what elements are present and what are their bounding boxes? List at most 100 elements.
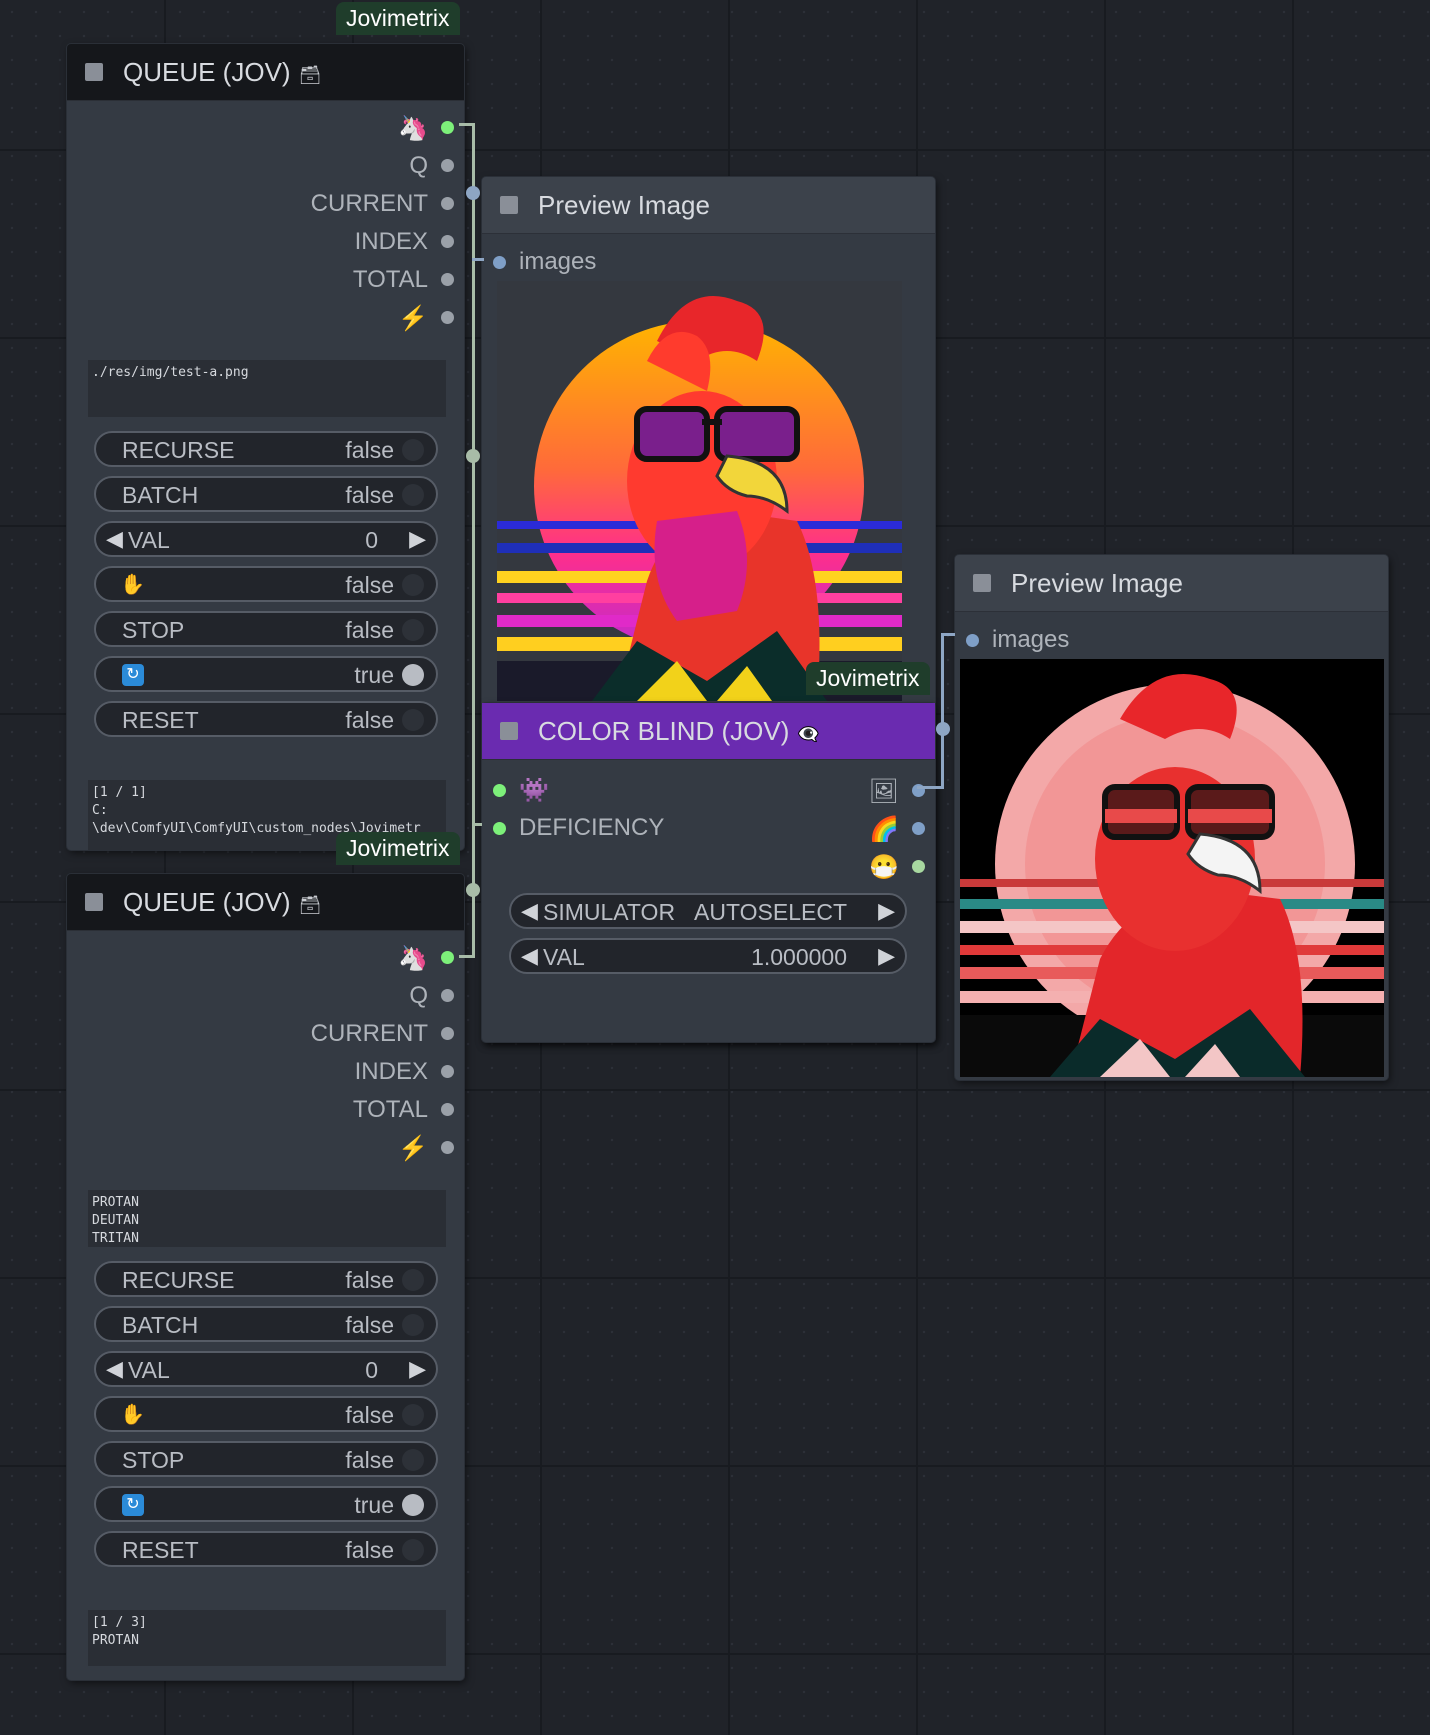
node-header[interactable]: QUEUE (JOV) 🗃 [67,44,464,101]
val-number-widget[interactable]: ◀ VAL 1.000000 ▶ [509,938,907,974]
stop-toggle[interactable]: STOP false [94,611,438,647]
node-header[interactable]: Preview Image [482,177,935,234]
recurse-toggle[interactable]: RECURSE false [94,1261,438,1297]
decrement-arrow-icon[interactable]: ◀ [106,1356,123,1382]
toggle-knob[interactable] [402,1314,424,1336]
toggle-knob[interactable] [402,1269,424,1291]
collapse-toggle[interactable] [500,196,518,214]
node-header[interactable]: QUEUE (JOV) 🗃 [67,874,464,931]
loop-toggle[interactable]: ↻ true [94,656,438,692]
decrement-arrow-icon[interactable]: ◀ [106,526,123,552]
decrement-arrow-icon[interactable]: ◀ [521,943,538,969]
jovimetrix-badge: Jovimetrix [336,2,460,35]
wire-knob[interactable] [466,449,480,463]
toggle-knob[interactable] [402,1539,424,1561]
queue-node-1[interactable]: QUEUE (JOV) 🗃 🦄 Q CURRENT INDEX TOTAL ⚡ .… [67,44,464,850]
output-total[interactable]: TOTAL [164,1092,464,1128]
preview-image-node-2[interactable]: Preview Image images [955,555,1388,1080]
output-q[interactable]: Q [164,148,464,184]
preview-image[interactable] [960,659,1384,1077]
output-slot[interactable] [441,1103,454,1116]
toggle-knob[interactable] [402,439,424,461]
output-slot[interactable] [441,989,454,1002]
batch-toggle[interactable]: BATCH false [94,476,438,512]
output-slot[interactable] [441,159,454,172]
recurse-toggle[interactable]: RECURSE false [94,431,438,467]
toggle-knob[interactable] [402,484,424,506]
output-image[interactable]: 🖼 [635,773,935,809]
widget-label: SIMULATOR [543,899,676,925]
output-slot[interactable] [441,951,454,964]
toggle-knob[interactable] [402,619,424,641]
reset-toggle[interactable]: RESET false [94,701,438,737]
output-slot[interactable] [912,860,925,873]
input-slot[interactable] [493,822,506,835]
output-trigger[interactable]: ⚡ [164,1130,464,1166]
input-slot[interactable] [493,784,506,797]
toggle-knob[interactable] [402,664,424,686]
input-images[interactable]: images [955,623,1255,659]
output-slot[interactable] [441,1027,454,1040]
hold-toggle[interactable]: ✋ false [94,566,438,602]
collapse-toggle[interactable] [500,722,518,740]
output-slot[interactable] [441,121,454,134]
widget-label: BATCH [122,482,199,508]
output-unicorn[interactable]: 🦄 [164,940,464,976]
queue-input-text[interactable]: PROTAN DEUTAN TRITAN [88,1190,446,1247]
preview-image[interactable] [497,281,902,701]
input-slot[interactable] [966,634,979,647]
loop-toggle[interactable]: ↻ true [94,1486,438,1522]
wire-knob[interactable] [936,722,950,736]
toggle-knob[interactable] [402,1449,424,1471]
toggle-knob[interactable] [402,1404,424,1426]
color-blind-node[interactable]: COLOR BLIND (JOV) 👁‍🗨 👾 DEFICIENCY 🖼 🌈 😷 … [482,703,935,1042]
val-number-widget[interactable]: ◀ VAL 0 ▶ [94,521,438,557]
output-slot[interactable] [441,235,454,248]
previous-arrow-icon[interactable]: ◀ [521,898,538,924]
collapse-toggle[interactable] [85,63,103,81]
output-q[interactable]: Q [164,978,464,1014]
output-rgb[interactable]: 🌈 [635,811,935,847]
increment-arrow-icon[interactable]: ▶ [878,943,895,969]
output-mask[interactable]: 😷 [635,849,935,885]
output-trigger[interactable]: ⚡ [164,300,464,336]
output-current[interactable]: CURRENT [164,1016,464,1052]
output-slot[interactable] [912,822,925,835]
batch-toggle[interactable]: BATCH false [94,1306,438,1342]
wire-knob[interactable] [466,186,480,200]
output-slot[interactable] [441,197,454,210]
output-unicorn[interactable]: 🦄 [164,110,464,146]
output-slot[interactable] [441,1065,454,1078]
unicorn-icon: 🦄 [398,945,428,972]
output-current[interactable]: CURRENT [164,186,464,222]
queue-input-text[interactable]: ./res/img/test-a.png [88,360,446,417]
input-slot[interactable] [493,256,506,269]
simulator-combo[interactable]: ◀ SIMULATOR AUTOSELECT ▶ [509,893,907,929]
cycle-icon: ↻ [122,664,144,686]
output-index[interactable]: INDEX [164,1054,464,1090]
wire-knob[interactable] [466,883,480,897]
toggle-knob[interactable] [402,709,424,731]
mask-icon: 😷 [869,854,899,881]
val-number-widget[interactable]: ◀ VAL 0 ▶ [94,1351,438,1387]
output-index[interactable]: INDEX [164,224,464,260]
queue-node-2[interactable]: QUEUE (JOV) 🗃 🦄 Q CURRENT INDEX TOTAL ⚡ P… [67,874,464,1680]
stop-toggle[interactable]: STOP false [94,1441,438,1477]
rooster-artwork-simulated [960,659,1384,1077]
node-header[interactable]: COLOR BLIND (JOV) 👁‍🗨 [482,703,935,760]
output-total[interactable]: TOTAL [164,262,464,298]
reset-toggle[interactable]: RESET false [94,1531,438,1567]
increment-arrow-icon[interactable]: ▶ [409,526,426,552]
collapse-toggle[interactable] [85,893,103,911]
hold-toggle[interactable]: ✋ false [94,1396,438,1432]
toggle-knob[interactable] [402,574,424,596]
output-slot[interactable] [441,1141,454,1154]
node-header[interactable]: Preview Image [955,555,1388,612]
increment-arrow-icon[interactable]: ▶ [409,1356,426,1382]
next-arrow-icon[interactable]: ▶ [878,898,895,924]
toggle-knob[interactable] [402,1494,424,1516]
output-slot[interactable] [441,273,454,286]
output-slot[interactable] [441,311,454,324]
input-images[interactable]: images [482,245,782,281]
collapse-toggle[interactable] [973,574,991,592]
